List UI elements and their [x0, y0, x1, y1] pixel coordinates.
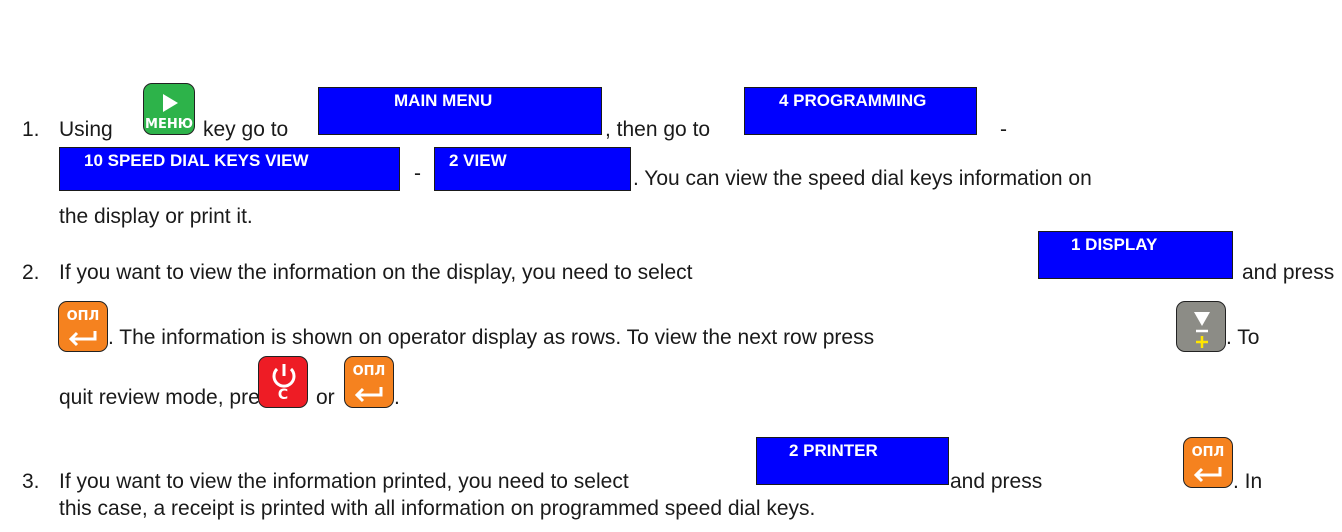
menu-box-display: 1 DISPLAY: [1038, 231, 1233, 279]
menu-box-main-menu: MAIN MENU: [318, 87, 602, 135]
enter-key-icon: ОПЛ: [58, 301, 108, 352]
step-1-text: key go to: [203, 118, 289, 141]
menu-box-programming: 4 PROGRAMMING: [744, 87, 977, 135]
step-2-number: 2.: [22, 261, 40, 284]
enter-key-icon: ОПЛ: [344, 356, 394, 408]
step-2-text: . To: [1226, 326, 1260, 349]
step-2-text: and press: [1242, 261, 1335, 284]
step-2-text: If you want to view the information on t…: [59, 261, 693, 284]
step-1-text: . You can view the speed dial keys infor…: [633, 167, 1092, 190]
step-1-text: -: [414, 162, 421, 185]
next-key-icon: [1176, 301, 1226, 352]
menu-key-icon: МЕНЮ: [143, 83, 195, 135]
step-2-text: .: [394, 386, 400, 409]
power-key-icon: C: [258, 356, 308, 408]
step-1-text: Using: [59, 118, 113, 141]
step-3-text: and press: [950, 470, 1043, 493]
step-3-number: 3.: [22, 470, 40, 493]
step-1-text: , then go to: [605, 118, 711, 141]
menu-box-speed-dial-keys-view: 10 SPEED DIAL KEYS VIEW: [59, 147, 400, 191]
step-3-text: If you want to view the information prin…: [59, 470, 629, 493]
step-3-text: . In: [1233, 470, 1263, 493]
step-1-text: -: [1000, 118, 1007, 141]
step-1-number: 1.: [22, 118, 40, 141]
step-2-text: or: [316, 386, 335, 409]
step-1-text: the display or print it.: [59, 205, 253, 228]
step-2-text: . The information is shown on operator d…: [108, 326, 875, 349]
menu-box-view: 2 VIEW: [434, 147, 631, 191]
menu-box-printer: 2 PRINTER: [756, 437, 949, 485]
enter-key-icon: ОПЛ: [1183, 437, 1233, 488]
step-3-text: this case, a receipt is printed with all…: [59, 497, 816, 520]
step-2-text: quit review mode, press: [59, 386, 281, 409]
